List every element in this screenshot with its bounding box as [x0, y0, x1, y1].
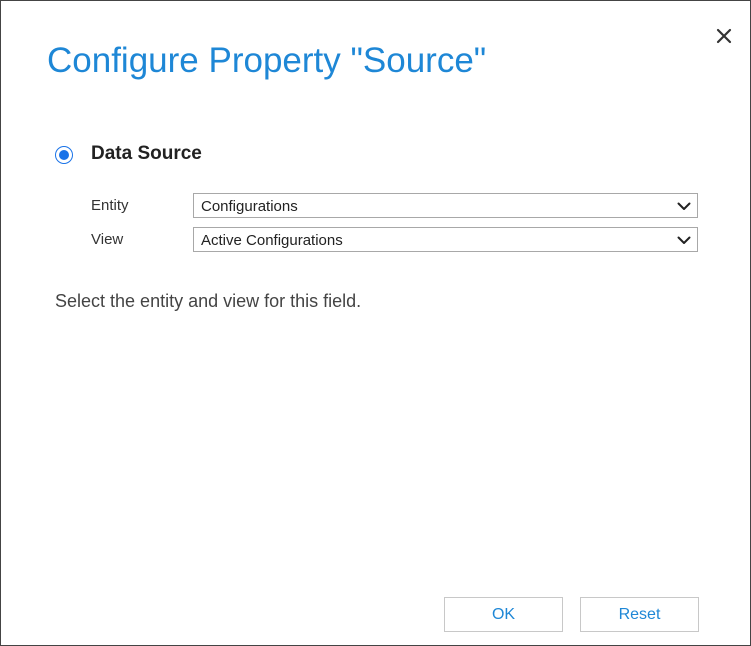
dialog-title: Configure Property "Source" — [47, 41, 487, 80]
data-source-label: Data Source — [91, 143, 202, 164]
view-select-value: Active Configurations — [201, 232, 343, 249]
entity-select[interactable]: Configurations — [193, 193, 698, 218]
view-select[interactable]: Active Configurations — [193, 227, 698, 252]
entity-label: Entity — [91, 197, 129, 214]
description-text: Select the entity and view for this fiel… — [55, 291, 362, 311]
close-icon[interactable] — [715, 27, 733, 45]
radio-selected-indicator — [59, 150, 69, 160]
configure-property-dialog: Configure Property "Source" Data Source … — [0, 0, 751, 646]
reset-button[interactable]: Reset — [580, 597, 699, 632]
close-icon-graphic — [716, 28, 732, 44]
entity-select-value: Configurations — [201, 198, 298, 215]
data-source-radio[interactable] — [55, 146, 73, 164]
ok-button[interactable]: OK — [444, 597, 563, 632]
chevron-down-icon — [677, 202, 691, 210]
chevron-down-icon — [677, 236, 691, 244]
view-label: View — [91, 231, 124, 248]
